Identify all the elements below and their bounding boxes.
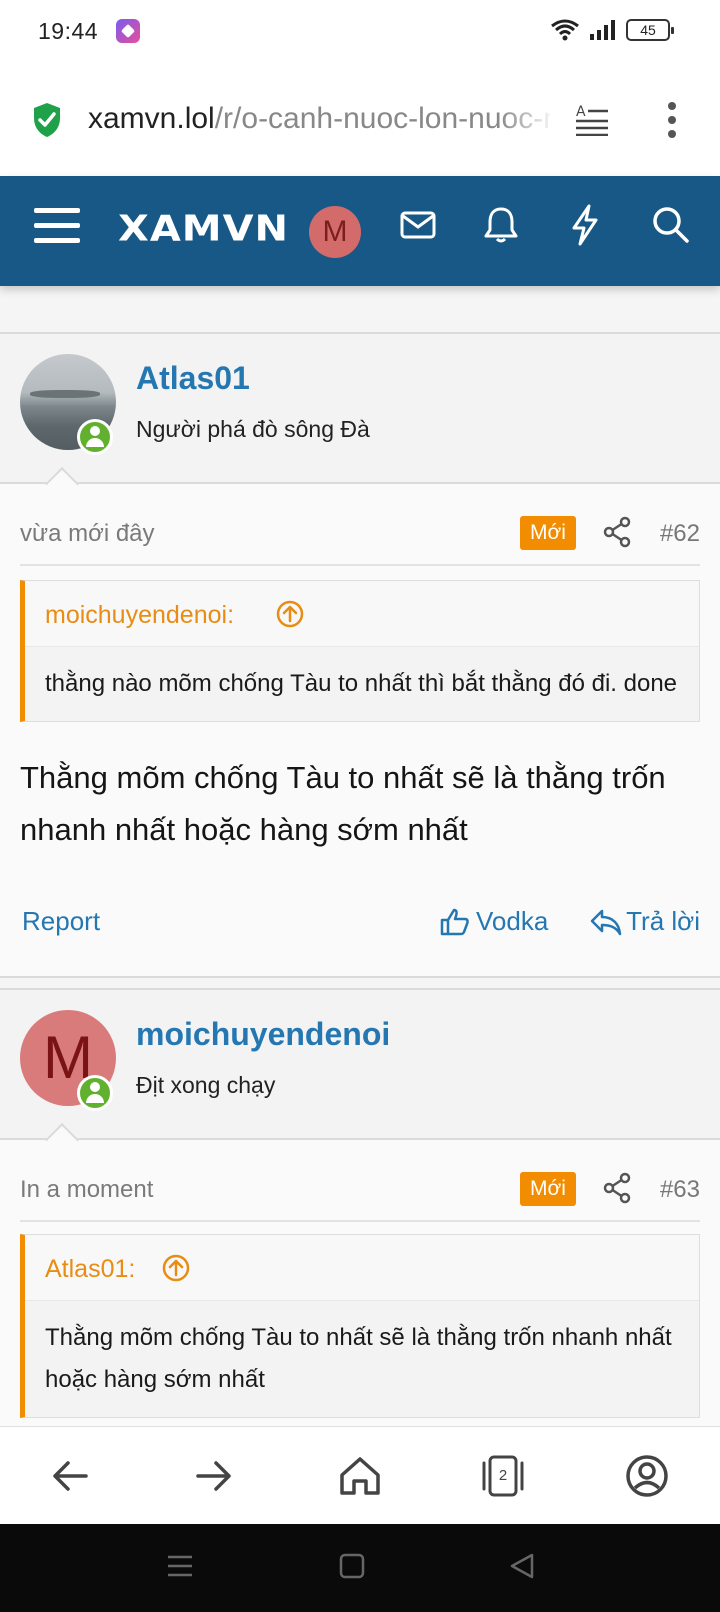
recent-apps-icon[interactable]	[166, 1552, 194, 1580]
browser-url-bar: xamvn.lol/r/o-canh-nuoc-lon-nuoc-nho A	[0, 62, 720, 176]
whats-new-lightning-icon[interactable]	[570, 204, 600, 246]
post-time[interactable]: In a moment	[20, 1176, 153, 1204]
online-status-icon	[77, 419, 113, 455]
go-to-quote-icon[interactable]	[275, 599, 305, 629]
quote-block: moichuyendenoi: thằng nào mõm chống Tàu …	[20, 580, 700, 722]
post-number[interactable]: #63	[660, 1176, 700, 1204]
svg-text:A: A	[576, 104, 586, 120]
status-bar: 19:44 45	[0, 0, 720, 62]
system-home-icon[interactable]	[338, 1552, 366, 1580]
online-status-icon	[77, 1075, 113, 1111]
share-icon[interactable]	[602, 516, 632, 548]
app-notification-icon	[116, 19, 140, 43]
reply-label: Trả lời	[626, 906, 700, 936]
post-time[interactable]: vừa mới đây	[20, 520, 155, 548]
status-time: 19:44	[38, 18, 99, 44]
post-body: Thằng mõm chống Tàu to nhất sẽ là thằng …	[20, 760, 666, 847]
quote-text: Thằng mõm chống Tàu to nhất sẽ là thằng …	[45, 1324, 672, 1393]
post-meta: In a moment Mới #63	[20, 1158, 700, 1222]
signal-icon	[590, 20, 615, 40]
like-label: Vodka	[476, 906, 549, 936]
post-62: Atlas01 Người phá đò sông Đà vừa mới đây…	[0, 332, 720, 978]
forward-arrow-icon[interactable]	[190, 1453, 236, 1499]
new-badge: Mới	[520, 1172, 576, 1206]
thumbs-up-icon	[440, 908, 469, 935]
system-back-icon[interactable]	[508, 1552, 536, 1580]
tab-count: 2	[498, 1467, 508, 1484]
home-icon[interactable]	[337, 1453, 383, 1499]
url-domain: xamvn.lol	[88, 102, 215, 135]
notifications-bell-icon[interactable]	[484, 206, 518, 244]
post-user-block: M moichuyendenoi Địt xong chạy	[0, 990, 720, 1157]
post-63: M moichuyendenoi Địt xong chạy In a mome…	[0, 988, 720, 1428]
site-logo[interactable]: XAMVN	[118, 208, 289, 249]
post-number[interactable]: #62	[660, 520, 700, 548]
quote-author[interactable]: moichuyendenoi:	[45, 601, 234, 630]
reply-arrow-icon	[590, 909, 622, 935]
reader-mode-icon[interactable]: A	[574, 102, 610, 136]
wifi-icon	[551, 19, 579, 41]
go-to-quote-icon[interactable]	[161, 1253, 191, 1283]
inbox-envelope-icon[interactable]	[400, 210, 436, 240]
report-link[interactable]: Report	[22, 906, 100, 937]
browser-menu-button[interactable]	[660, 100, 684, 140]
search-icon[interactable]	[652, 206, 690, 244]
account-avatar[interactable]: M	[309, 206, 361, 258]
back-arrow-icon[interactable]	[48, 1453, 94, 1499]
new-badge: Mới	[520, 516, 576, 550]
post-meta: vừa mới đây Mới #62	[20, 502, 700, 566]
system-navigation-bar	[0, 1524, 720, 1612]
tabs-button[interactable]: 2	[480, 1453, 526, 1499]
post-user-title: Người phá đò sông Đà	[136, 416, 370, 442]
post-user-title: Địt xong chạy	[136, 1072, 276, 1098]
secure-shield-icon	[34, 103, 60, 137]
quote-text: thằng nào mõm chống Tàu to nhất thì bắt …	[45, 670, 678, 697]
post-username[interactable]: Atlas01	[136, 360, 250, 397]
like-button[interactable]: Vodka	[440, 906, 548, 937]
post-username[interactable]: moichuyendenoi	[136, 1016, 390, 1053]
reply-button[interactable]: Trả lời	[590, 906, 700, 937]
url-field[interactable]: xamvn.lol/r/o-canh-nuoc-lon-nuoc-nho	[88, 102, 550, 136]
quote-block: Atlas01: Thằng mõm chống Tàu to nhất sẽ …	[20, 1234, 700, 1418]
quote-author[interactable]: Atlas01:	[45, 1255, 135, 1284]
post-user-block: Atlas01 Người phá đò sông Đà	[0, 334, 720, 501]
browser-bottom-toolbar: 2	[0, 1426, 720, 1524]
share-icon[interactable]	[602, 1172, 632, 1204]
hamburger-menu-icon[interactable]	[34, 206, 80, 246]
battery-indicator: 45	[626, 19, 674, 41]
account-icon[interactable]	[624, 1453, 670, 1499]
post-actions: Report Vodka Trả lời	[20, 906, 700, 946]
site-header: XAMVN M	[0, 176, 720, 286]
